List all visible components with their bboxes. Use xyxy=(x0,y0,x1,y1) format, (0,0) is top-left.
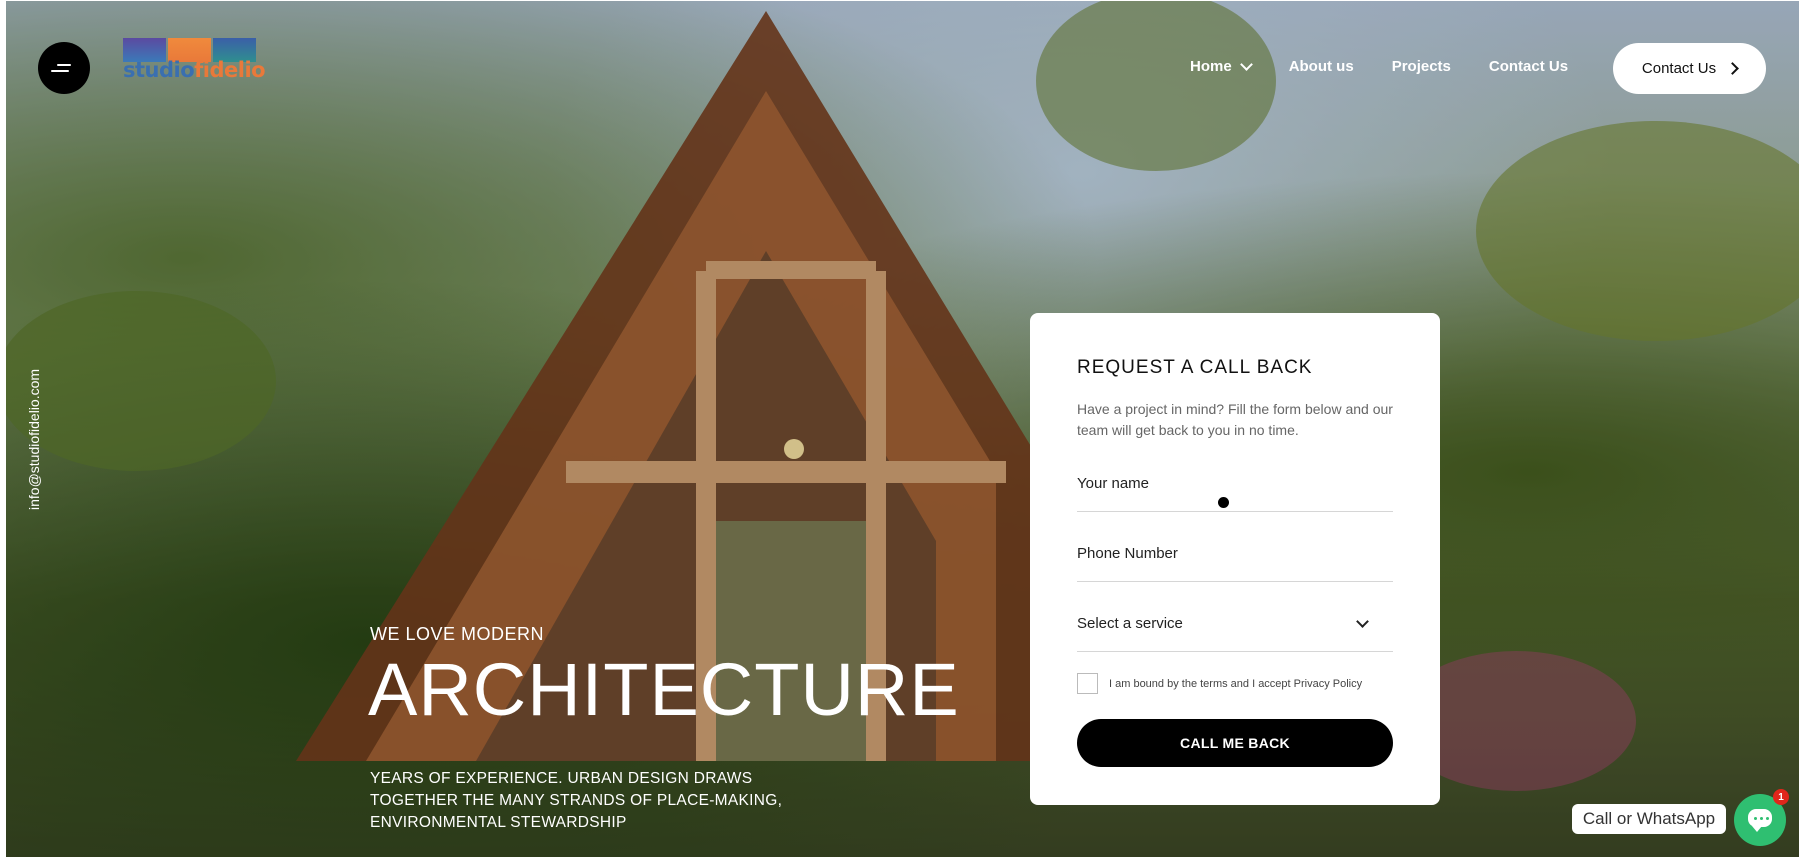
nav-contact-us[interactable]: Contact Us xyxy=(1489,58,1568,75)
name-placeholder: Your name xyxy=(1077,475,1149,492)
phone-placeholder: Phone Number xyxy=(1077,545,1178,562)
hero-description-line: ENVIRONMENTAL STEWARDSHIP xyxy=(370,814,627,831)
hamburger-icon[interactable] xyxy=(38,42,90,94)
hero-kicker: WE LOVE MODERN xyxy=(370,624,545,644)
hero-description-line: YEARS OF EXPERIENCE. URBAN DESIGN DRAWS xyxy=(370,770,753,787)
form-subtitle: Have a project in mind? Fill the form be… xyxy=(1077,401,1393,438)
nav-home[interactable]: Home xyxy=(1190,58,1253,75)
consent-row: I am bound by the terms and I accept Pri… xyxy=(1077,673,1362,694)
main-nav: Home About us Projects Contact Us xyxy=(1190,58,1568,75)
contact-us-label: Contact Us xyxy=(1641,60,1717,77)
hero-description: YEARS OF EXPERIENCE. URBAN DESIGN DRAWS … xyxy=(370,768,830,834)
chevron-down-icon xyxy=(1239,58,1253,71)
contact-us-button[interactable]: Contact Us xyxy=(1613,43,1766,94)
mouse-cursor xyxy=(1218,497,1229,508)
hero-description-line: TOGETHER THE MANY STRANDS OF PLACE-MAKIN… xyxy=(370,792,783,809)
service-select[interactable]: Select a service xyxy=(1077,615,1393,652)
chevron-down-icon xyxy=(1356,615,1369,628)
callback-form: REQUEST A CALL BACK Have a project in mi… xyxy=(1030,313,1440,805)
logo-wordmark: studiofidelio xyxy=(123,58,266,82)
consent-checkbox[interactable] xyxy=(1077,673,1098,694)
nav-projects[interactable]: Projects xyxy=(1392,58,1451,75)
side-email-link[interactable]: info@studiofidelio.com xyxy=(26,369,42,510)
brand-logo[interactable]: studiofidelio xyxy=(123,38,266,94)
name-field[interactable]: Your name xyxy=(1077,475,1393,512)
service-placeholder: Select a service xyxy=(1077,615,1183,632)
consent-label: I am bound by the terms and I accept Pri… xyxy=(1109,677,1363,690)
nav-about-us[interactable]: About us xyxy=(1289,58,1354,75)
form-title: REQUEST A CALL BACK xyxy=(1077,357,1313,378)
hero-title: ARCHITECTURE xyxy=(368,648,960,731)
call-me-back-button[interactable]: CALL ME BACK xyxy=(1077,719,1393,767)
whatsapp-label[interactable]: Call or WhatsApp xyxy=(1572,804,1726,834)
phone-field[interactable]: Phone Number xyxy=(1077,545,1393,582)
chevron-right-icon xyxy=(1726,62,1739,75)
notification-badge: 1 xyxy=(1773,789,1789,805)
